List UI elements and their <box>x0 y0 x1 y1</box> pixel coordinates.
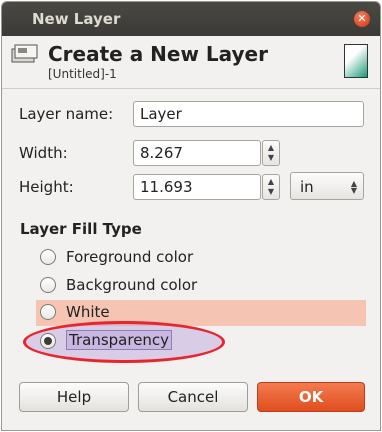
layer-name-input[interactable]: Layer <box>133 101 364 127</box>
ok-button[interactable]: OK <box>257 382 365 412</box>
fill-option-label: White <box>66 303 110 321</box>
fill-option-label: Background color <box>66 276 198 294</box>
unit-value: in <box>300 178 314 196</box>
fill-type-title: Layer Fill Type <box>20 220 142 238</box>
height-label: Height: <box>19 178 74 196</box>
radio-white[interactable] <box>40 304 56 320</box>
cancel-button[interactable]: Cancel <box>138 382 248 412</box>
fill-option-foreground[interactable]: Foreground color <box>36 245 366 271</box>
layer-thumbnail <box>344 44 368 78</box>
dialog-header: Create a New Layer [Untitled]-1 <box>2 36 380 88</box>
fill-option-label: Foreground color <box>66 248 194 266</box>
layer-name-label: Layer name: <box>19 105 114 123</box>
fill-option-background[interactable]: Background color <box>36 273 366 299</box>
fill-option-transparency[interactable]: Transparency <box>36 329 366 355</box>
new-layer-dialog: New Layer ✕ Create a New Layer [Untitled… <box>1 1 381 431</box>
header-separator <box>2 88 380 89</box>
height-input[interactable]: 11.693 <box>133 174 261 200</box>
radio-foreground[interactable] <box>40 249 56 265</box>
fill-option-label: Transparency <box>66 330 173 350</box>
window-title: New Layer <box>32 10 121 28</box>
dialog-heading: Create a New Layer <box>48 42 268 66</box>
radio-transparency[interactable] <box>40 333 56 349</box>
radio-background[interactable] <box>40 277 56 293</box>
height-spinner[interactable]: ▲ ▼ <box>262 174 280 200</box>
chevron-updown-icon: ▲ ▼ <box>350 179 357 195</box>
layer-icon <box>11 44 38 63</box>
close-icon[interactable]: ✕ <box>354 11 370 27</box>
unit-select[interactable]: in ▲ ▼ <box>290 172 364 200</box>
width-input[interactable]: 8.267 <box>133 140 261 166</box>
width-label: Width: <box>19 144 68 162</box>
width-spinner[interactable]: ▲ ▼ <box>262 140 280 166</box>
help-button[interactable]: Help <box>19 382 129 412</box>
title-bar[interactable]: New Layer ✕ <box>2 2 380 36</box>
image-name: [Untitled]-1 <box>48 67 117 81</box>
